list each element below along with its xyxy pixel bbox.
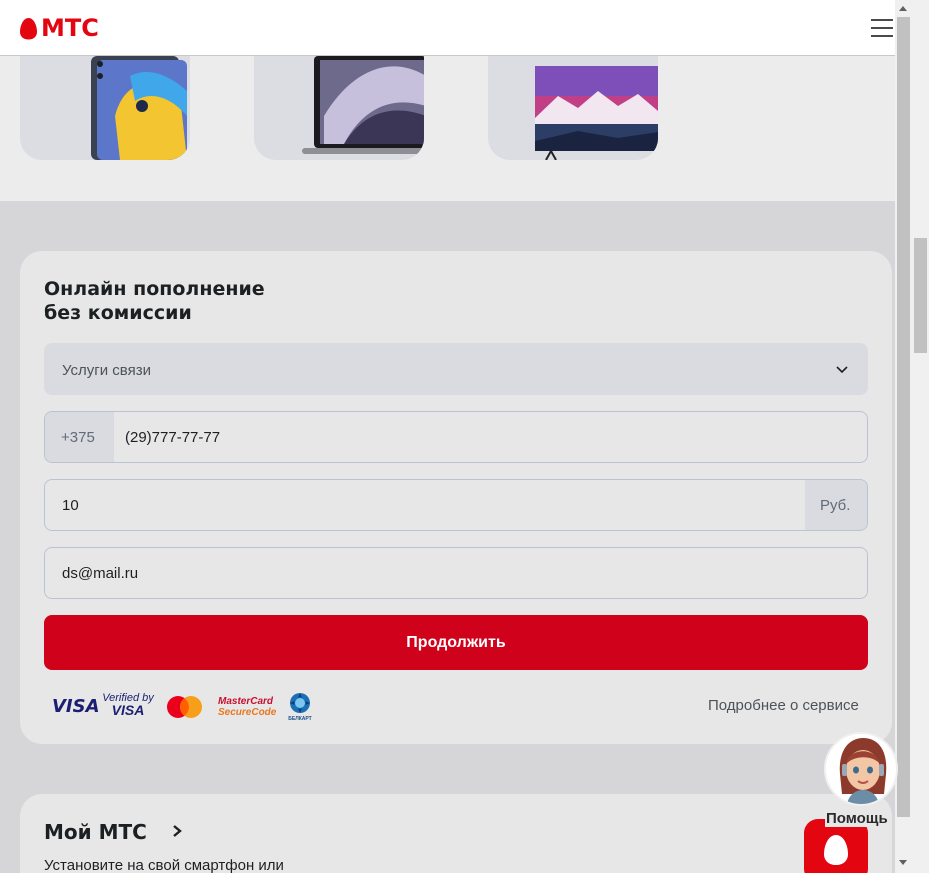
site-header: МТС bbox=[0, 0, 895, 56]
page-scroll-thumb[interactable] bbox=[914, 238, 927, 353]
burger-menu-icon[interactable] bbox=[871, 19, 893, 37]
vbv-line2: VISA bbox=[111, 702, 145, 718]
help-avatar bbox=[824, 732, 898, 806]
tablet-image bbox=[91, 56, 187, 160]
continue-button[interactable]: Продолжить bbox=[44, 615, 868, 670]
service-select[interactable]: Услуги связи bbox=[44, 343, 868, 395]
chevron-down-icon bbox=[836, 366, 848, 374]
phone-prefix: +375 bbox=[45, 412, 114, 462]
page-scrollbar[interactable] bbox=[912, 0, 929, 873]
more-about-service-link[interactable]: Подробнее о сервисе bbox=[708, 697, 859, 714]
phone-input[interactable]: (29)777-77-77 bbox=[125, 429, 220, 446]
form-title-line2: без комиссии bbox=[44, 302, 192, 324]
phone-field[interactable]: +375 (29)777-77-77 bbox=[44, 411, 868, 463]
help-label: Помощь bbox=[825, 810, 889, 827]
product-card-tv[interactable] bbox=[488, 56, 658, 160]
assistant-avatar-icon bbox=[826, 734, 896, 804]
amount-input[interactable]: 10 bbox=[62, 497, 79, 514]
product-card-tablet[interactable] bbox=[20, 56, 190, 160]
amount-field[interactable]: 10 Руб. bbox=[44, 479, 868, 531]
mcsc-line1: MasterCard bbox=[218, 696, 274, 707]
verified-by-visa-logo: Verified by VISA bbox=[101, 692, 155, 718]
inner-scroll-thumb[interactable] bbox=[897, 17, 910, 817]
form-title: Онлайн пополнение без комиссии bbox=[44, 277, 265, 325]
help-widget[interactable]: Помощь bbox=[823, 732, 899, 830]
mastercard-icon bbox=[167, 696, 202, 718]
mts-egg-icon bbox=[20, 17, 37, 39]
belkart-text: БЕЛКАРТ bbox=[288, 716, 312, 722]
my-mts-title[interactable]: Мой МТС bbox=[44, 820, 147, 844]
belkart-logo: БЕЛКАРТ bbox=[287, 692, 313, 724]
mts-logo[interactable]: МТС bbox=[20, 15, 99, 41]
mcsc-line2: SecureCode bbox=[218, 707, 277, 718]
mastercard-securecode-logo: MasterCard SecureCode bbox=[218, 696, 277, 718]
form-title-line1: Онлайн пополнение bbox=[44, 278, 265, 300]
chevron-right-icon[interactable] bbox=[171, 824, 183, 838]
email-field[interactable]: ds@mail.ru bbox=[44, 547, 868, 599]
scroll-down-arrow-icon[interactable] bbox=[899, 860, 907, 865]
products-carousel bbox=[0, 56, 895, 201]
logo-text: МТС bbox=[41, 14, 99, 42]
tv-image bbox=[535, 66, 658, 160]
email-input[interactable]: ds@mail.ru bbox=[62, 565, 138, 582]
belkart-icon bbox=[290, 693, 310, 713]
scroll-up-arrow-icon[interactable] bbox=[899, 6, 907, 11]
mts-egg-icon bbox=[824, 835, 848, 865]
product-card-laptop[interactable] bbox=[254, 56, 424, 160]
service-select-value: Услуги связи bbox=[62, 362, 151, 379]
my-mts-description: Установите на свой смартфон или bbox=[44, 857, 284, 873]
visa-logo: VISA bbox=[52, 696, 100, 717]
laptop-image bbox=[302, 56, 424, 154]
currency-label: Руб. bbox=[805, 480, 867, 530]
